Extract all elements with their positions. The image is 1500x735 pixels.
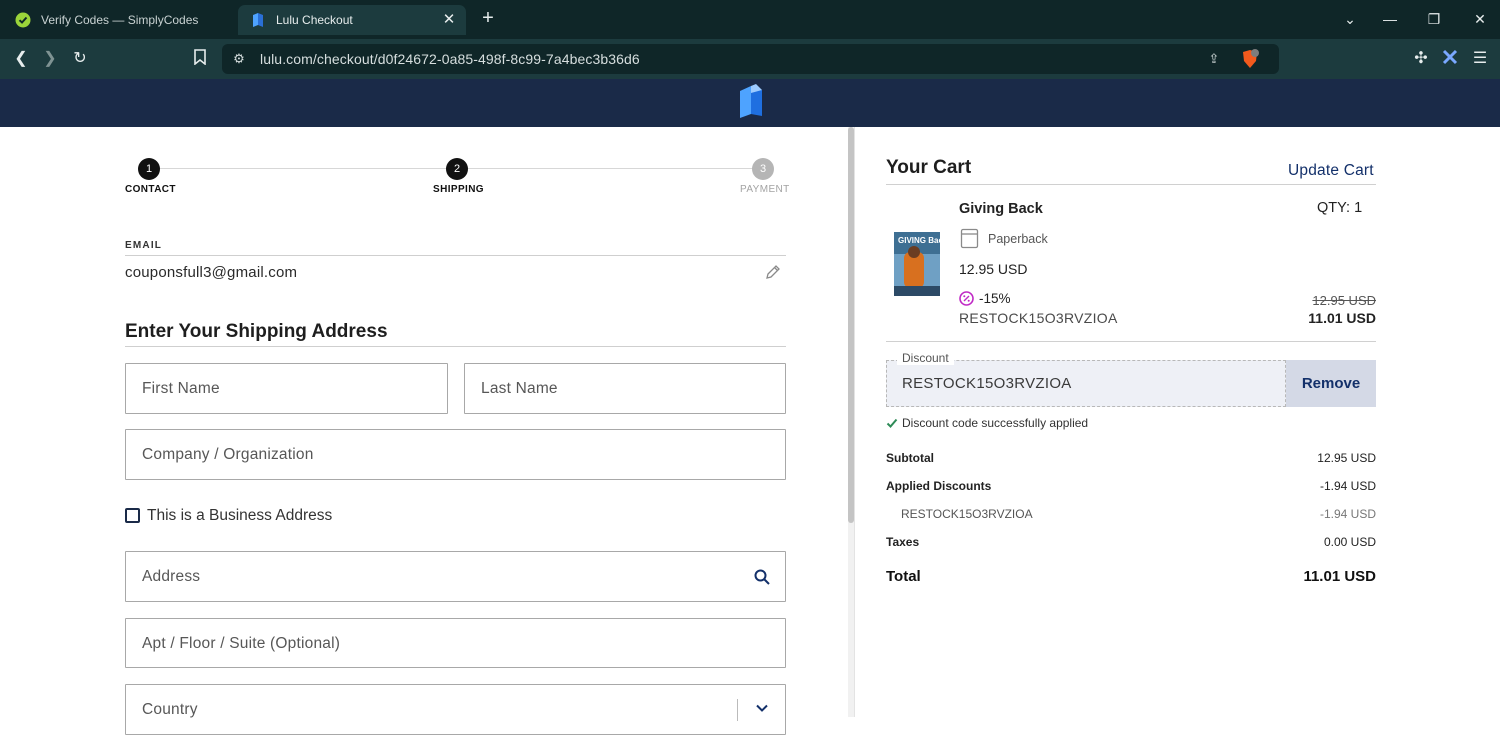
discount-code-label: RESTOCK15O3RVZIOA [959, 310, 1118, 326]
close-window-icon[interactable]: ✕ [1470, 9, 1490, 29]
tab-lulu-checkout[interactable]: Lulu Checkout ✕ [238, 5, 466, 35]
divider [886, 341, 1376, 342]
discount-success-message: Discount code successfully applied [886, 416, 1088, 430]
remove-discount-button[interactable]: Remove [1286, 360, 1376, 407]
bookmark-icon[interactable] [190, 49, 210, 69]
applied-discounts-row: Applied Discounts -1.94 USD [886, 479, 1376, 495]
taxes-row: Taxes 0.00 USD [886, 535, 1376, 551]
tab-list-chevron-icon[interactable]: ⌄ [1340, 9, 1360, 29]
subtotal-row: Subtotal 12.95 USD [886, 451, 1376, 467]
update-cart-link[interactable]: Update Cart [1288, 162, 1374, 180]
success-text: Discount code successfully applied [902, 416, 1089, 430]
brave-shields-icon[interactable] [1241, 49, 1259, 69]
checkmark-icon [886, 418, 898, 428]
browser-toolbar: ❮ ❯ ↻ ⚙ lulu.com/checkout/d0f24672-0a85-… [0, 39, 1500, 79]
new-tab-icon[interactable]: + [478, 8, 498, 29]
extensions-icon[interactable]: ✣ [1411, 49, 1431, 69]
simplycodes-icon [15, 12, 31, 28]
browser-tab-bar: Verify Codes — SimplyCodes Lulu Checkout… [0, 0, 1500, 39]
book-cover-image: GIVING Back [894, 232, 940, 296]
select-separator [737, 699, 738, 721]
discount-input-value[interactable]: RESTOCK15O3RVZIOA [902, 375, 1072, 392]
original-price: 12.95 USD [1312, 293, 1376, 308]
country-select[interactable]: Country [125, 684, 786, 735]
discount-code-summary-label: RESTOCK15O3RVZIOA [901, 507, 1033, 521]
applied-discounts-value: -1.94 USD [1319, 479, 1376, 493]
extension-x-icon[interactable] [1440, 49, 1460, 69]
chevron-down-icon[interactable] [755, 701, 769, 715]
taxes-label: Taxes [886, 535, 920, 549]
divider [125, 346, 786, 347]
checkout-form: 1 CONTACT 2 SHIPPING 3 PAYMENT EMAIL cou… [0, 127, 848, 735]
cover-title-text: GIVING Back [898, 236, 940, 245]
subtotal-value: 12.95 USD [1317, 451, 1376, 465]
applied-discounts-label: Applied Discounts [886, 479, 992, 493]
taxes-value: 0.00 USD [1323, 535, 1376, 549]
minimize-icon[interactable]: — [1380, 9, 1400, 29]
site-header [0, 79, 1500, 127]
discounted-price: 11.01 USD [1308, 310, 1376, 326]
step-shipping-label[interactable]: SHIPPING [433, 184, 484, 195]
total-label: Total [886, 568, 921, 585]
product-title[interactable]: Giving Back [959, 201, 1043, 217]
first-name-placeholder: First Name [142, 380, 220, 397]
product-qty: QTY: 1 [1317, 200, 1363, 216]
divider [125, 255, 786, 256]
site-info-icon[interactable]: ⚙ [231, 51, 247, 67]
tab-title: Verify Codes — SimplyCodes [41, 13, 199, 27]
apt-suite-field[interactable]: Apt / Floor / Suite (Optional) [125, 618, 786, 668]
lulu-favicon-icon [253, 13, 263, 27]
search-icon[interactable] [753, 568, 771, 586]
email-value: couponsfull3@gmail.com [125, 264, 298, 281]
tab-title: Lulu Checkout [276, 13, 353, 27]
product-price: 12.95 USD [959, 261, 1028, 277]
step-shipping-dot[interactable]: 2 [446, 158, 468, 180]
discount-percent: -15% [979, 291, 1011, 306]
reload-icon[interactable]: ↻ [70, 49, 90, 69]
discount-input-legend: Discount [897, 351, 954, 365]
total-row: Total 11.01 USD [886, 568, 1376, 588]
step-contact-label[interactable]: CONTACT [125, 184, 176, 195]
email-label: EMAIL [125, 240, 163, 251]
url-text[interactable]: lulu.com/checkout/d0f24672-0a85-498f-8c9… [260, 51, 640, 67]
back-icon[interactable]: ❮ [11, 49, 31, 69]
apt-suite-placeholder: Apt / Floor / Suite (Optional) [142, 635, 341, 652]
menu-icon[interactable]: ☰ [1470, 49, 1490, 69]
subtotal-label: Subtotal [886, 451, 934, 465]
business-address-checkbox[interactable] [125, 508, 140, 523]
discount-code-row: RESTOCK15O3RVZIOA -1.94 USD [886, 507, 1376, 523]
address-field[interactable]: Address [125, 551, 786, 602]
last-name-placeholder: Last Name [481, 380, 558, 397]
company-placeholder: Company / Organization [142, 446, 314, 463]
business-address-label[interactable]: This is a Business Address [147, 507, 332, 525]
address-bar[interactable]: ⚙ lulu.com/checkout/d0f24672-0a85-498f-8… [222, 44, 1279, 74]
country-placeholder: Country [142, 701, 198, 718]
share-icon[interactable]: ⇪ [1206, 51, 1222, 67]
column-divider [854, 127, 855, 717]
discount-code-summary-value: -1.94 USD [1319, 507, 1376, 521]
cart-title: Your Cart [886, 157, 972, 178]
paperback-icon [960, 228, 979, 249]
company-field[interactable]: Company / Organization [125, 429, 786, 480]
first-name-field[interactable]: First Name [125, 363, 448, 414]
tab-verify-codes[interactable]: Verify Codes — SimplyCodes [8, 5, 230, 35]
address-placeholder: Address [142, 568, 201, 585]
discount-badge-icon [959, 291, 974, 306]
step-contact-dot[interactable]: 1 [138, 158, 160, 180]
maximize-icon[interactable]: ❐ [1424, 9, 1444, 29]
shipping-address-title: Enter Your Shipping Address [125, 321, 388, 342]
forward-icon[interactable]: ❯ [40, 49, 60, 69]
divider [886, 184, 1376, 185]
total-value: 11.01 USD [1303, 568, 1376, 585]
step-payment-dot: 3 [752, 158, 774, 180]
edit-pencil-icon[interactable] [764, 263, 782, 281]
last-name-field[interactable]: Last Name [464, 363, 786, 414]
step-payment-label: PAYMENT [740, 184, 790, 195]
close-tab-icon[interactable]: ✕ [440, 11, 458, 29]
lulu-logo-icon[interactable] [737, 83, 765, 119]
product-format: Paperback [988, 232, 1048, 246]
